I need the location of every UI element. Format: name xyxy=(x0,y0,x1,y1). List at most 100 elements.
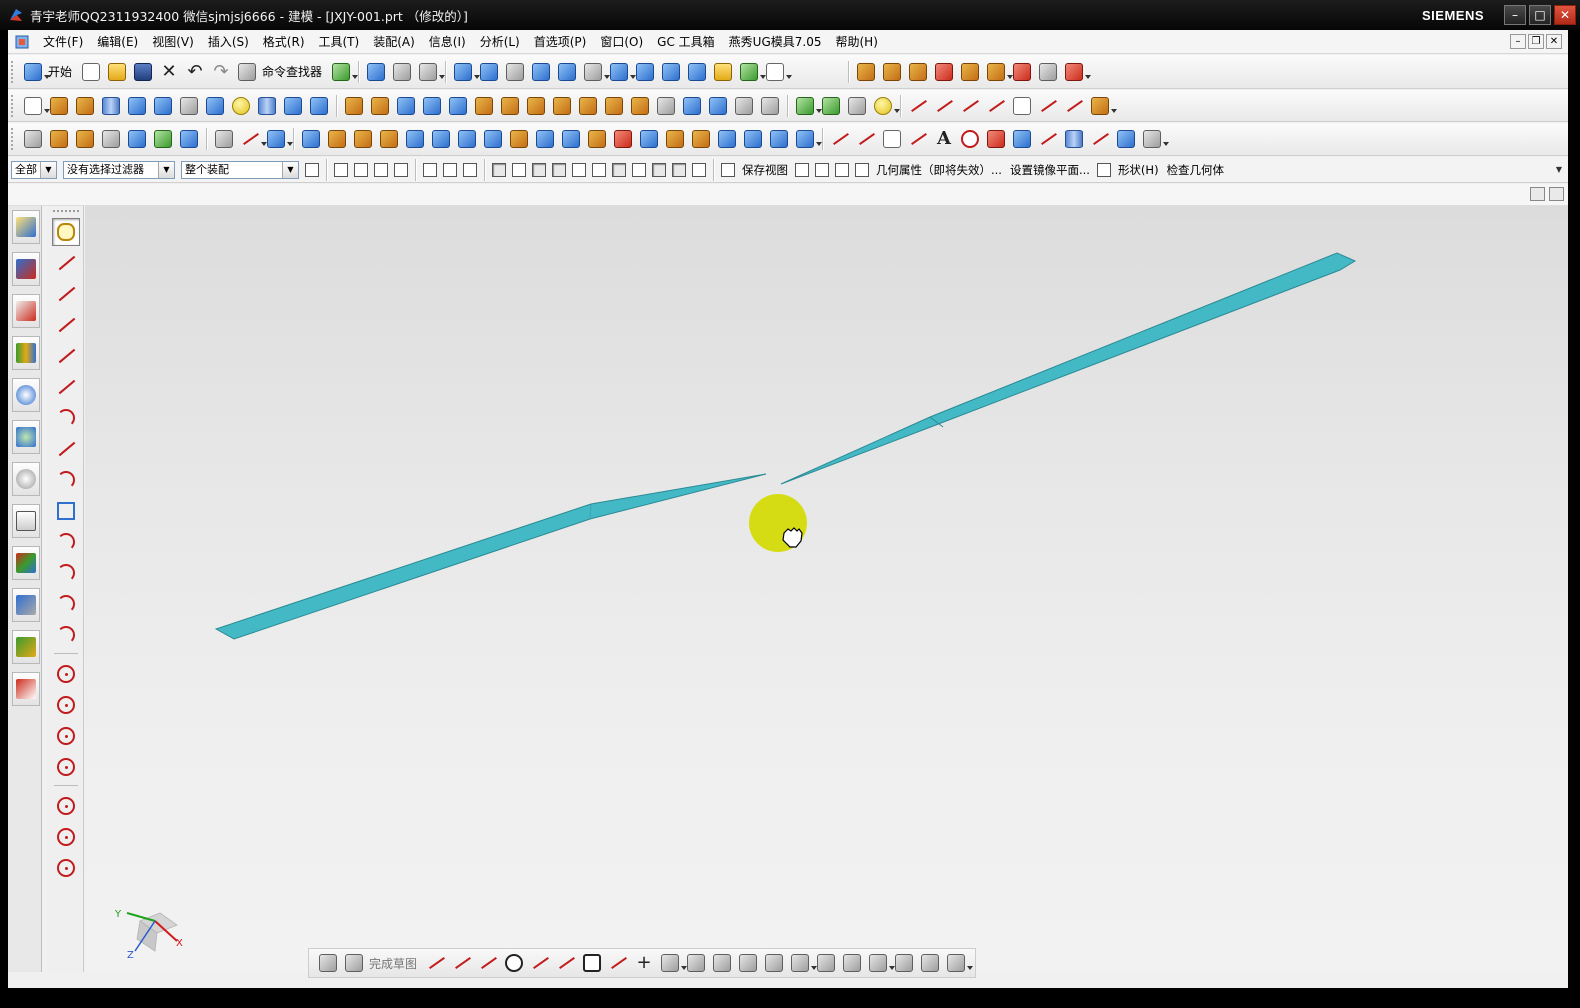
zoom-window-button[interactable] xyxy=(502,59,528,85)
mold-btn-9[interactable] xyxy=(1061,59,1092,85)
surf-btn-18[interactable] xyxy=(740,126,766,152)
revolve-button[interactable] xyxy=(72,93,98,119)
feat-btn-15[interactable] xyxy=(705,93,731,119)
fillet-line-button[interactable] xyxy=(52,404,80,432)
surf-btn-3[interactable] xyxy=(350,126,376,152)
sk-offset-button[interactable] xyxy=(683,950,709,976)
snap-line-toggle[interactable] xyxy=(529,160,549,180)
surf-btn-17[interactable] xyxy=(714,126,740,152)
filter-btn-6[interactable] xyxy=(420,160,440,180)
unite-button[interactable] xyxy=(818,93,844,119)
arc-tangent-button[interactable] xyxy=(52,559,80,587)
shape-menu[interactable]: 形状(H) xyxy=(1118,162,1159,178)
row3-btn-18[interactable] xyxy=(1139,126,1169,152)
filter-btn-2[interactable] xyxy=(331,160,351,180)
mirror-plane-button[interactable]: 设置镜像平面... xyxy=(1010,162,1090,178)
feat-btn-2[interactable] xyxy=(367,93,393,119)
filter-btn-9[interactable] xyxy=(792,160,812,180)
row3-btn-14[interactable] xyxy=(1035,126,1061,152)
toolbar-overflow-icon[interactable]: ▼ xyxy=(1556,165,1562,174)
cone-button[interactable] xyxy=(306,93,332,119)
mold-btn-4[interactable] xyxy=(931,59,957,85)
toolbar-grip[interactable] xyxy=(11,128,16,150)
new-button[interactable] xyxy=(78,59,104,85)
mold-btn-7[interactable] xyxy=(1009,59,1035,85)
sk-arc-button[interactable] xyxy=(853,126,879,152)
box-curve-button[interactable] xyxy=(52,497,80,525)
feat-btn-7[interactable] xyxy=(497,93,523,119)
intersect-button[interactable] xyxy=(870,93,900,119)
reuse-library-tab[interactable] xyxy=(12,336,40,370)
circle-3pt-button[interactable] xyxy=(52,691,80,719)
arc-fillet-button[interactable] xyxy=(52,590,80,618)
sketch-button[interactable] xyxy=(20,93,50,119)
graphics-window[interactable]: Y X Z xyxy=(85,206,1568,972)
sk-circle-button[interactable] xyxy=(501,950,527,976)
circle-diameter-button[interactable] xyxy=(52,823,80,851)
view-maximize-button[interactable] xyxy=(1549,187,1564,201)
block-button[interactable] xyxy=(150,93,176,119)
pan-button[interactable] xyxy=(554,59,580,85)
text-button[interactable]: A xyxy=(931,126,957,152)
menu-tools[interactable]: 工具(T) xyxy=(312,31,367,53)
surf-btn-7[interactable] xyxy=(454,126,480,152)
menu-view[interactable]: 视图(V) xyxy=(145,31,201,53)
doc-minimize-button[interactable]: – xyxy=(1510,34,1526,49)
menu-format[interactable]: 格式(R) xyxy=(256,31,312,53)
row3-btn-11[interactable] xyxy=(957,126,983,152)
filter-btn-7[interactable] xyxy=(440,160,460,180)
sk-more-button[interactable] xyxy=(943,950,974,976)
surf-btn-1[interactable] xyxy=(298,126,324,152)
redo-button[interactable]: ↷ xyxy=(208,59,234,85)
curve-btn-1[interactable] xyxy=(905,93,931,119)
snap-endpoint-toggle[interactable] xyxy=(489,160,509,180)
nx-button[interactable] xyxy=(124,93,150,119)
system-scene-tab[interactable] xyxy=(12,672,40,706)
sk-polygon-button[interactable] xyxy=(657,950,688,976)
feat-btn-4[interactable] xyxy=(419,93,445,119)
menu-file[interactable]: 文件(F) xyxy=(36,31,90,53)
finish-sketch-button[interactable]: 完成草图 xyxy=(369,955,417,972)
start-button[interactable] xyxy=(20,59,50,85)
view-toggle-button[interactable] xyxy=(1530,187,1545,201)
snap-midpoint-toggle[interactable] xyxy=(509,160,529,180)
sk-trim-button[interactable] xyxy=(709,950,735,976)
background-button[interactable] xyxy=(762,59,793,85)
row3-btn-2[interactable] xyxy=(46,126,72,152)
view-top-button[interactable] xyxy=(658,59,684,85)
sk-arc-tool-button[interactable] xyxy=(475,950,501,976)
snap-face-toggle[interactable] xyxy=(689,160,709,180)
cylinder-button[interactable] xyxy=(254,93,280,119)
menu-analysis[interactable]: 分析(L) xyxy=(473,31,527,53)
command-finder-button[interactable] xyxy=(234,59,260,85)
row3-btn-13[interactable] xyxy=(1009,126,1035,152)
snap-perp-toggle[interactable] xyxy=(589,160,609,180)
feat-btn-8[interactable] xyxy=(523,93,549,119)
doc-restore-button[interactable]: ❐ xyxy=(1528,34,1544,49)
curve-btn-8[interactable] xyxy=(1087,93,1117,119)
surf-btn-10[interactable] xyxy=(532,126,558,152)
geometry-property-button[interactable]: 几何属性（即将失效）... xyxy=(876,162,1002,178)
arc-corner-button[interactable] xyxy=(52,621,80,649)
mold-btn-6[interactable] xyxy=(983,59,1014,85)
menu-edit[interactable]: 编辑(E) xyxy=(90,31,145,53)
maximize-button[interactable]: □ xyxy=(1529,5,1551,25)
minimize-button[interactable]: – xyxy=(1504,5,1526,25)
open-button[interactable] xyxy=(104,59,130,85)
tube-button[interactable] xyxy=(98,93,124,119)
rotate-button[interactable] xyxy=(528,59,554,85)
roles-tab[interactable] xyxy=(12,588,40,622)
sk-rect-button[interactable] xyxy=(879,126,905,152)
row3-btn-6[interactable] xyxy=(150,126,176,152)
toolbar-btn-1[interactable] xyxy=(363,59,389,85)
sk-mirror-button[interactable] xyxy=(891,950,917,976)
curve-btn-2[interactable] xyxy=(931,93,957,119)
zoom-button[interactable] xyxy=(476,59,502,85)
mold-btn-5[interactable] xyxy=(957,59,983,85)
row3-btn-3[interactable] xyxy=(72,126,98,152)
snap-control-toggle[interactable] xyxy=(549,160,569,180)
curve-btn-5[interactable] xyxy=(1009,93,1035,119)
hd3d-tools-tab[interactable] xyxy=(12,378,40,412)
toolbar-btn-2[interactable] xyxy=(389,59,415,85)
sk-point-button[interactable]: + xyxy=(631,950,657,976)
